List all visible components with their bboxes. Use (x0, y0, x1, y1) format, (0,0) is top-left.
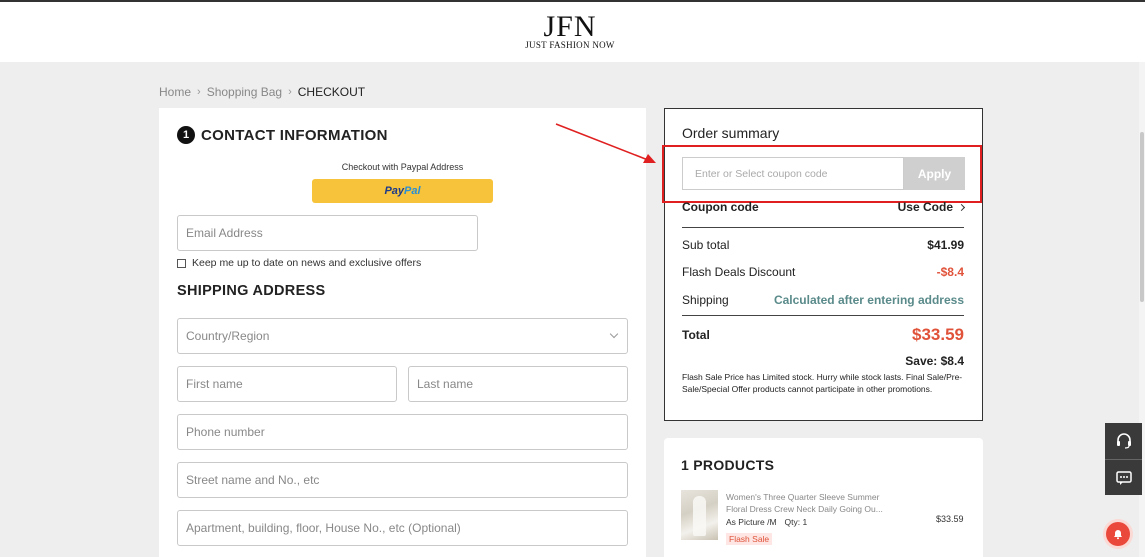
product-thumbnail[interactable] (681, 490, 718, 540)
paypal-label-pay: Pay (384, 185, 405, 197)
email-placeholder: Email Address (186, 226, 263, 240)
order-summary-panel: Order summary Enter or Select coupon cod… (662, 108, 983, 421)
flash-sale-badge: Flash Sale (726, 533, 773, 545)
chevron-right-icon (957, 203, 966, 211)
newsletter-label: Keep me up to date on news and exclusive… (192, 257, 422, 269)
savings-text: Save: $8.4 (905, 354, 964, 368)
product-meta: As Picture /M Qty: 1 (726, 517, 807, 527)
summary-divider (682, 315, 964, 316)
paypal-button[interactable]: Pay Pal (312, 179, 493, 203)
phone-field[interactable]: Phone number (177, 414, 628, 450)
total-value: $33.59 (912, 325, 964, 344)
chevron-right-icon: › (288, 86, 292, 98)
discount-row: Flash Deals Discount -$8.4 (682, 265, 964, 279)
newsletter-option[interactable]: Keep me up to date on news and exclusive… (177, 257, 421, 269)
apartment-field[interactable]: Apartment, building, floor, House No., e… (177, 510, 628, 546)
country-select[interactable]: Country/Region (177, 318, 628, 354)
chat-icon[interactable] (1105, 459, 1142, 495)
last-name-field[interactable]: Last name (408, 366, 628, 402)
checkout-form-panel: 1 CONTACT INFORMATION Checkout with Payp… (159, 108, 646, 557)
chevron-right-icon: › (197, 86, 201, 98)
logo-tagline: JUST FASHION NOW (525, 40, 615, 50)
top-header: JFN JUST FASHION NOW (0, 0, 1145, 62)
breadcrumb-home[interactable]: Home (159, 85, 191, 99)
shipping-row: Shipping Calculated after entering addre… (682, 293, 964, 307)
paypal-note: Checkout with Paypal Address (341, 162, 464, 172)
flash-sale-note: Flash Sale Price has Limited stock. Hurr… (682, 372, 963, 394)
support-headset-icon[interactable] (1105, 423, 1142, 459)
summary-divider (682, 227, 964, 228)
apartment-placeholder: Apartment, building, floor, House No., e… (186, 521, 461, 535)
subtotal-label: Sub total (682, 238, 730, 252)
product-price: $33.59 (936, 514, 964, 524)
street-placeholder: Street name and No., etc (186, 473, 320, 487)
shipping-label: Shipping (682, 293, 729, 307)
product-qty: Qty: 1 (784, 517, 808, 527)
notification-bell-icon[interactable] (1106, 522, 1130, 546)
paypal-label-pal: Pal (404, 185, 421, 197)
contact-section-title: 1 CONTACT INFORMATION (177, 126, 388, 144)
street-field[interactable]: Street name and No., etc (177, 462, 628, 498)
shipping-title: SHIPPING ADDRESS (177, 283, 326, 299)
country-placeholder: Country/Region (186, 329, 270, 343)
contact-title: CONTACT INFORMATION (201, 126, 388, 144)
shipping-value: Calculated after entering address (773, 293, 964, 307)
phone-placeholder: Phone number (186, 425, 265, 439)
first-name-field[interactable]: First name (177, 366, 397, 402)
total-row: Total $33.59 (682, 325, 964, 345)
breadcrumb-current: CHECKOUT (297, 85, 366, 99)
newsletter-checkbox[interactable] (177, 258, 186, 268)
discount-value: -$8.4 (936, 265, 964, 279)
subtotal-row: Sub total $41.99 (682, 238, 964, 252)
coupon-code-row[interactable]: Coupon code Use Code (682, 200, 966, 214)
site-logo[interactable]: JFN JUST FASHION NOW (518, 10, 622, 51)
products-panel: 1 PRODUCTS Women's Three Quarter Sleeve … (664, 438, 983, 557)
coupon-highlight-box (662, 145, 982, 203)
breadcrumb-shopping-bag[interactable]: Shopping Bag (207, 85, 282, 99)
last-name-placeholder: Last name (417, 377, 474, 391)
use-code-label: Use Code (897, 200, 953, 214)
step-number-badge: 1 (177, 126, 195, 144)
scrollbar-thumb[interactable] (1140, 132, 1144, 302)
total-label: Total (682, 328, 710, 342)
chevron-down-icon (609, 329, 619, 339)
product-name[interactable]: Women's Three Quarter Sleeve Summer Flor… (726, 491, 901, 515)
breadcrumb: Home › Shopping Bag › CHECKOUT (159, 85, 365, 99)
subtotal-value: $41.99 (927, 238, 964, 252)
coupon-code-label: Coupon code (682, 200, 759, 214)
use-code-link[interactable]: Use Code (897, 200, 966, 214)
product-variant: As Picture /M (726, 517, 777, 527)
order-summary-title: Order summary (682, 125, 780, 141)
products-title: 1 PRODUCTS (681, 457, 775, 473)
logo-mark: JFN (543, 10, 597, 43)
discount-label: Flash Deals Discount (682, 265, 796, 279)
email-field[interactable]: Email Address (177, 215, 478, 251)
side-toolbar (1105, 423, 1142, 495)
first-name-placeholder: First name (186, 377, 243, 391)
